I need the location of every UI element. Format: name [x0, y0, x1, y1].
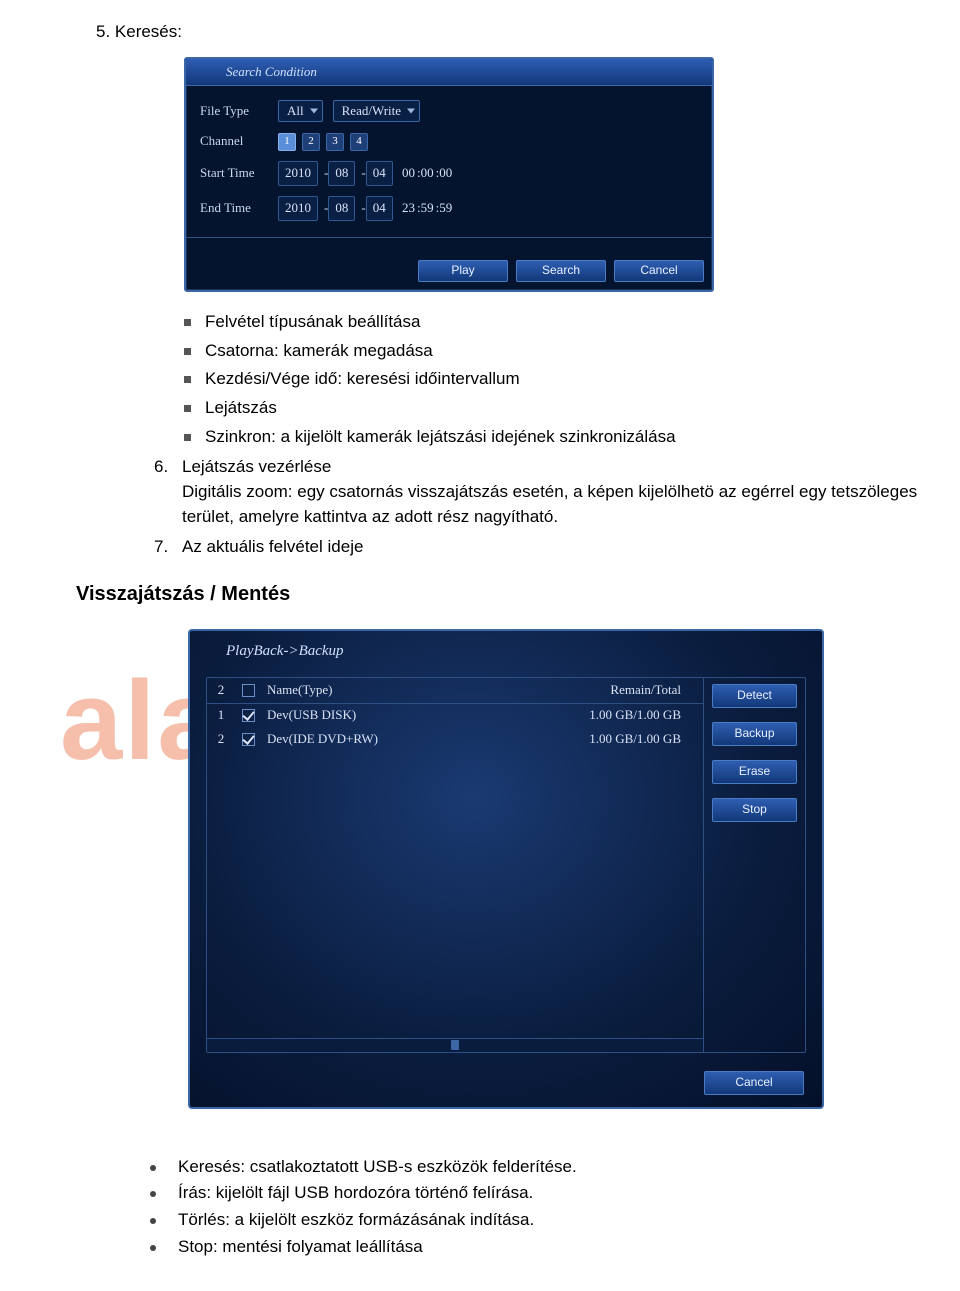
panel-button-row: Play Search Cancel — [186, 256, 712, 290]
step-6-title: Lejátszás vezérlése — [182, 455, 960, 480]
checkbox-checked-icon — [242, 709, 255, 722]
section-playback-backup: Visszajátszás / Mentés — [76, 580, 960, 609]
row-channel: Channel 1 2 3 4 — [200, 132, 698, 151]
panel-body: File Type All Read/Write Channel 1 2 3 4… — [186, 86, 712, 256]
label-start-time: Start Time — [200, 164, 278, 183]
bullet-icon — [150, 1191, 156, 1197]
start-day[interactable]: 04 — [366, 161, 393, 186]
backup-title: PlayBack->Backup — [190, 631, 822, 663]
row-end-time: End Time 2010 - 08 - 04 23 : 59 : 59 — [200, 196, 698, 221]
end-sec[interactable]: 59 — [439, 199, 452, 218]
step-6-number: 6. — [154, 455, 182, 480]
backup-panel: PlayBack->Backup 2 Name(Type) Remain/Tot… — [188, 629, 824, 1109]
label-end-time: End Time — [200, 199, 278, 218]
detect-button[interactable]: Detect — [712, 684, 797, 708]
search-condition-panel: Search Condition File Type All Read/Writ… — [184, 57, 714, 292]
square-bullet-icon — [184, 376, 191, 383]
channel-btn-3[interactable]: 3 — [326, 133, 344, 151]
panel-title: Search Condition — [226, 64, 317, 79]
start-min[interactable]: 00 — [421, 164, 434, 183]
td-name: Dev(IDE DVD+RW) — [261, 730, 543, 749]
step-7-number: 7. — [154, 535, 182, 560]
start-year[interactable]: 2010 — [278, 161, 318, 186]
bullet-text: Csatorna: kamerák megadása — [205, 339, 924, 364]
file-type-select[interactable]: All — [278, 100, 323, 122]
th-remain: Remain/Total — [543, 681, 703, 700]
end-year[interactable]: 2010 — [278, 196, 318, 221]
start-month[interactable]: 08 — [328, 161, 355, 186]
footer-bullet-list: Keresés: csatlakoztatott USB-s eszközök … — [150, 1155, 960, 1260]
mode-value: Read/Write — [342, 102, 401, 121]
row-file-type: File Type All Read/Write — [200, 100, 698, 122]
footer-bullet-text: Törlés: a kijelölt eszköz formázásának i… — [178, 1208, 534, 1233]
step-7-row: 7. Az aktuális felvétel ideje — [0, 535, 960, 560]
square-bullet-icon — [184, 348, 191, 355]
bullet-icon — [150, 1165, 156, 1171]
bullet-text: Szinkron: a kijelölt kamerák lejátszási … — [205, 425, 924, 450]
checkbox-checked-icon — [242, 733, 255, 746]
table-row: 2 Dev(IDE DVD+RW) 1.00 GB/1.00 GB — [207, 728, 703, 752]
th-count: 2 — [207, 681, 235, 700]
label-file-type: File Type — [200, 102, 278, 121]
backup-table: 2 Name(Type) Remain/Total 1 Dev(USB DISK… — [207, 678, 703, 1052]
th-name: Name(Type) — [261, 681, 543, 700]
erase-button[interactable]: Erase — [712, 760, 797, 784]
row-start-time: Start Time 2010 - 08 - 04 00 : 00 : 00 — [200, 161, 698, 186]
cancel-button[interactable]: Cancel — [614, 260, 704, 282]
backup-button[interactable]: Backup — [712, 722, 797, 746]
scrollbar[interactable] — [207, 1038, 703, 1052]
th-check[interactable] — [235, 684, 261, 697]
bullet-text: Lejátszás — [205, 396, 924, 421]
channel-btn-2[interactable]: 2 — [302, 133, 320, 151]
square-bullet-icon — [184, 319, 191, 326]
footer-bullet-text: Írás: kijelölt fájl USB hordozóra történ… — [178, 1181, 533, 1206]
end-min[interactable]: 59 — [421, 199, 434, 218]
cancel-button[interactable]: Cancel — [704, 1071, 804, 1095]
start-sec[interactable]: 00 — [439, 164, 452, 183]
footer-bullet-text: Keresés: csatlakoztatott USB-s eszközök … — [178, 1155, 577, 1180]
search-button[interactable]: Search — [516, 260, 606, 282]
file-type-value: All — [287, 102, 304, 121]
square-bullet-icon — [184, 405, 191, 412]
backup-table-header: 2 Name(Type) Remain/Total — [207, 678, 703, 704]
square-bullet-icon — [184, 434, 191, 441]
chevron-down-icon — [407, 109, 415, 114]
mode-select[interactable]: Read/Write — [333, 100, 420, 122]
bullet-icon — [150, 1218, 156, 1224]
bullet-text: Kezdési/Vége idő: keresési időintervallu… — [205, 367, 924, 392]
td-idx: 2 — [207, 730, 235, 749]
end-day[interactable]: 04 — [366, 196, 393, 221]
footer-bullet-text: Stop: mentési folyamat leállítása — [178, 1235, 423, 1260]
panel-titlebar: Search Condition — [186, 59, 712, 87]
start-hour[interactable]: 00 — [402, 164, 415, 183]
scrollbar-handle[interactable] — [451, 1040, 459, 1050]
td-check[interactable] — [235, 733, 261, 746]
end-hour[interactable]: 23 — [402, 199, 415, 218]
stop-button[interactable]: Stop — [712, 798, 797, 822]
backup-sidebar: Detect Backup Erase Stop — [703, 678, 805, 1052]
end-month[interactable]: 08 — [328, 196, 355, 221]
step-6-row: 6. Lejátszás vezérlése — [0, 455, 960, 480]
step-7-text: Az aktuális felvétel ideje — [182, 535, 960, 560]
checkbox-icon — [242, 684, 255, 697]
step-5-title: 5. Keresés: — [96, 20, 960, 45]
backup-footer: Cancel — [704, 1071, 804, 1095]
td-name: Dev(USB DISK) — [261, 706, 543, 725]
label-channel: Channel — [200, 132, 278, 151]
step-6-desc: Digitális zoom: egy csatornás visszajáts… — [182, 480, 960, 529]
channel-btn-4[interactable]: 4 — [350, 133, 368, 151]
channel-btn-1[interactable]: 1 — [278, 133, 296, 151]
divider — [186, 237, 712, 238]
td-remain: 1.00 GB/1.00 GB — [543, 730, 703, 749]
play-button[interactable]: Play — [418, 260, 508, 282]
step5-bullet-list: Felvétel típusának beállítása Csatorna: … — [184, 310, 924, 449]
chevron-down-icon — [310, 109, 318, 114]
backup-content: 2 Name(Type) Remain/Total 1 Dev(USB DISK… — [206, 677, 806, 1053]
td-idx: 1 — [207, 706, 235, 725]
table-row: 1 Dev(USB DISK) 1.00 GB/1.00 GB — [207, 704, 703, 728]
td-check[interactable] — [235, 709, 261, 722]
bullet-icon — [150, 1245, 156, 1251]
td-remain: 1.00 GB/1.00 GB — [543, 706, 703, 725]
bullet-text: Felvétel típusának beállítása — [205, 310, 924, 335]
